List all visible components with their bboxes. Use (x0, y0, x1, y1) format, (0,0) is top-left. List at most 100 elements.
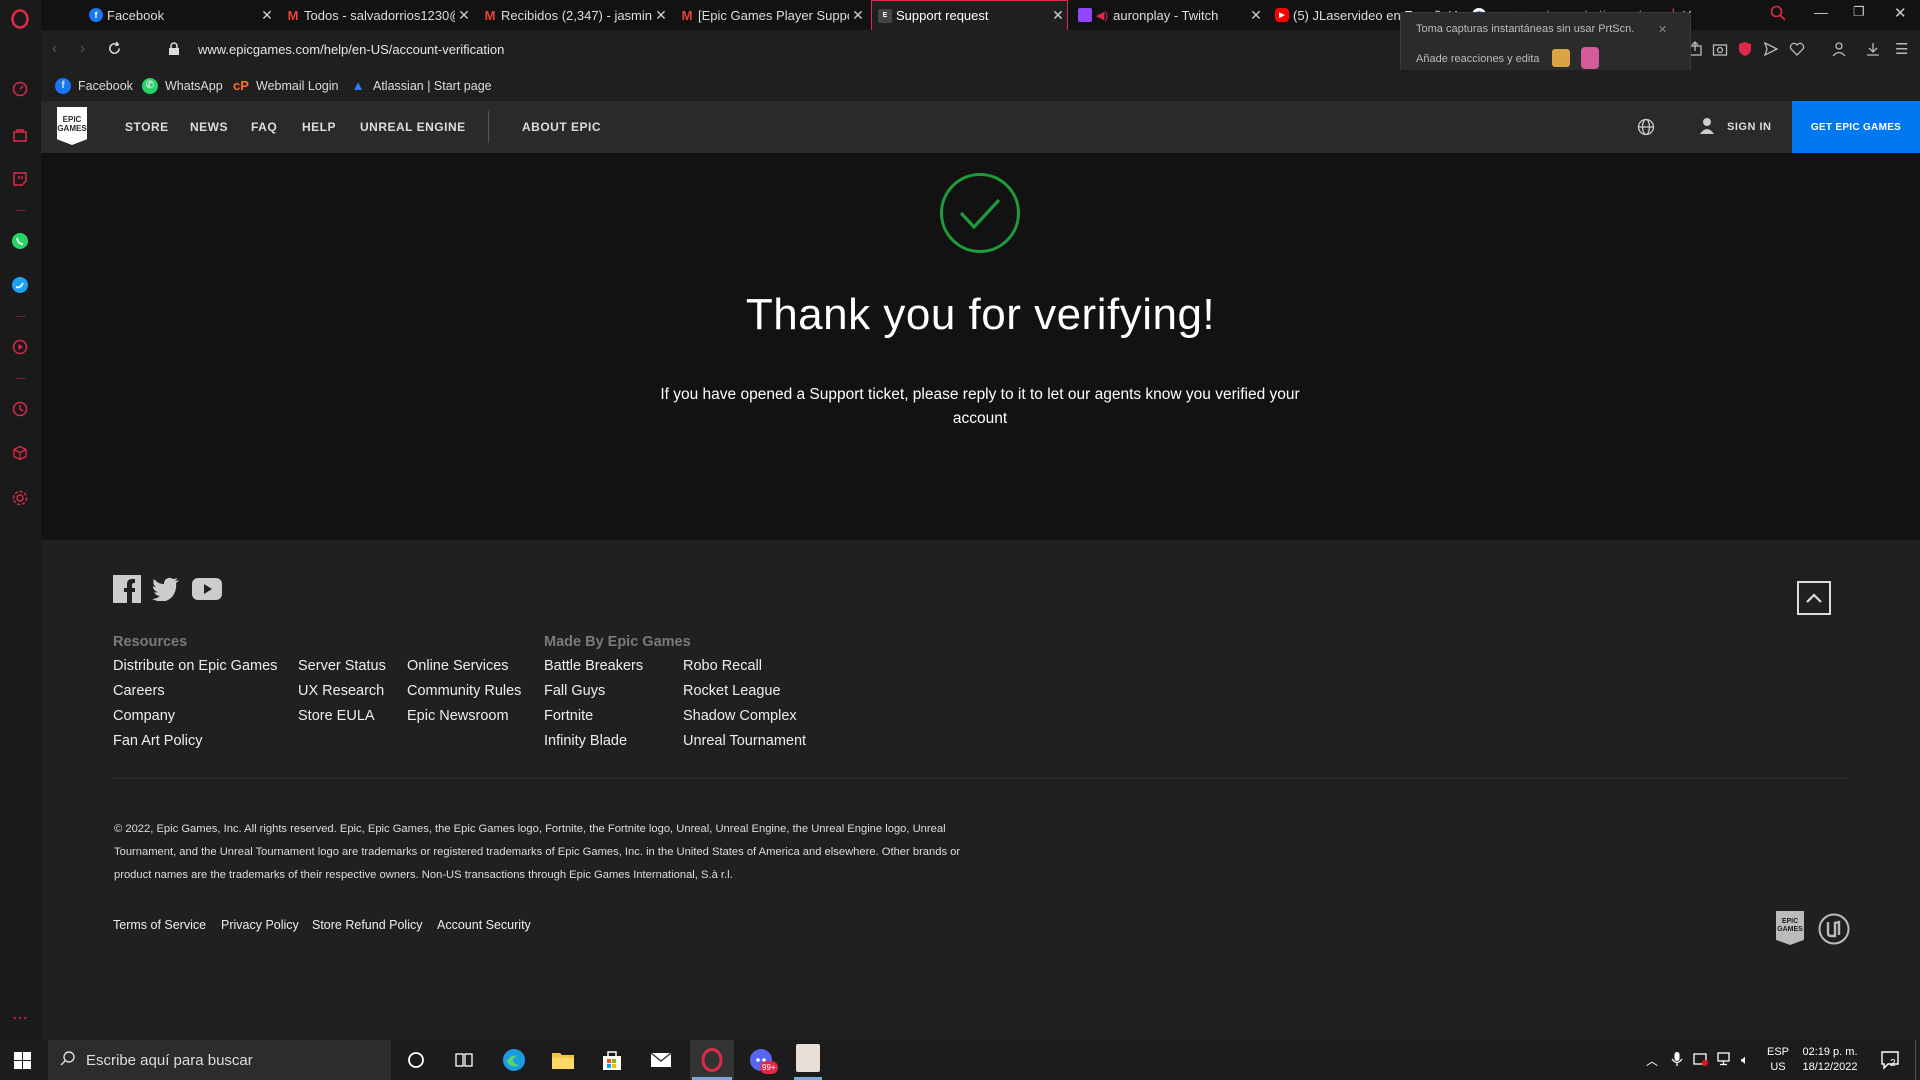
whatsapp-icon[interactable] (9, 230, 31, 252)
footer-link[interactable]: Fortnite (544, 708, 593, 724)
scroll-to-top-button[interactable] (1797, 581, 1831, 615)
nav-news[interactable]: NEWS (190, 101, 228, 153)
footer-link[interactable]: Community Rules (407, 683, 521, 699)
legal-link-terms[interactable]: Terms of Service (113, 918, 206, 932)
tab-search-icon[interactable] (1770, 5, 1786, 26)
taskbar-search-box[interactable]: Escribe aquí para buscar (48, 1040, 391, 1080)
footer-link[interactable]: Battle Breakers (544, 658, 643, 674)
send-icon[interactable] (1763, 41, 1779, 62)
nav-faq[interactable]: FAQ (251, 101, 277, 153)
shopping-bag-icon[interactable] (9, 124, 31, 146)
youtube-social-icon[interactable] (192, 578, 222, 605)
more-dots-icon[interactable]: ⋯ (9, 1007, 31, 1029)
close-icon[interactable]: ✕ (652, 7, 670, 24)
settings-gear-icon[interactable] (9, 487, 31, 509)
footer-link[interactable]: Distribute on Epic Games (113, 658, 277, 674)
back-button[interactable]: ‹ (52, 40, 57, 58)
footer-link[interactable]: Unreal Tournament (683, 733, 806, 749)
footer-link[interactable]: Company (113, 708, 175, 724)
footer-link[interactable]: Fall Guys (544, 683, 605, 699)
footer-link[interactable]: Epic Newsroom (407, 708, 509, 724)
toast-close-icon[interactable]: ✕ (1658, 23, 1667, 36)
edge-icon[interactable] (501, 1047, 527, 1073)
mail-icon[interactable] (648, 1047, 674, 1073)
history-icon[interactable] (9, 398, 31, 420)
nav-unreal-engine[interactable]: UNREAL ENGINE (360, 101, 466, 153)
close-window-button[interactable]: ✕ (1894, 4, 1907, 22)
heart-icon[interactable] (1789, 41, 1805, 62)
close-icon[interactable]: ✕ (1049, 7, 1067, 24)
footer-link[interactable]: Robo Recall (683, 658, 762, 674)
user-icon[interactable] (1699, 117, 1715, 140)
close-icon[interactable]: ✕ (1247, 7, 1265, 24)
footer-link[interactable]: Server Status (298, 658, 386, 674)
close-icon[interactable]: ✕ (258, 7, 276, 24)
bookmark-facebook[interactable]: f Facebook (55, 70, 133, 101)
twitch-icon[interactable] (9, 168, 31, 190)
opera-taskbar-icon[interactable] (699, 1047, 725, 1073)
camera-snapshot-icon[interactable] (1712, 41, 1728, 62)
tab-facebook[interactable]: f Facebook ✕ (83, 0, 276, 30)
footer-link[interactable]: Store EULA (298, 708, 375, 724)
twitter-icon[interactable] (9, 274, 31, 296)
tab-gmail-todos[interactable]: M Todos - salvadorrios1230@ ✕ (280, 0, 473, 30)
unreal-engine-logo-icon[interactable] (1818, 913, 1850, 950)
player-icon[interactable] (9, 336, 31, 358)
windows-start-icon[interactable] (14, 1052, 31, 1074)
microphone-icon[interactable] (1671, 1051, 1683, 1072)
tab-support-request[interactable]: E Support request ✕ (871, 0, 1068, 30)
show-hidden-icons-chevron-icon[interactable]: ︿ (1646, 1052, 1658, 1069)
cortana-icon[interactable] (403, 1047, 429, 1073)
network-icon[interactable] (1717, 1052, 1734, 1071)
get-epic-games-button[interactable]: GET EPIC GAMES (1792, 101, 1920, 153)
volume-icon[interactable]: 🔈︎ (1741, 1052, 1749, 1068)
task-view-icon[interactable] (451, 1047, 477, 1073)
footer-link[interactable]: Careers (113, 683, 165, 699)
lock-icon[interactable] (168, 42, 180, 61)
twitter-social-icon[interactable] (152, 577, 180, 606)
opera-logo-icon[interactable] (9, 8, 31, 30)
footer-link[interactable]: Fan Art Policy (113, 733, 202, 749)
reload-icon[interactable] (107, 41, 122, 61)
facebook-social-icon[interactable] (113, 575, 141, 608)
audio-playing-icon[interactable]: ◀) (1096, 9, 1108, 22)
epic-games-logo[interactable]: EPIC GAMES (57, 107, 87, 145)
footer-link[interactable]: Online Services (407, 658, 509, 674)
bookmark-whatsapp[interactable]: ✆ WhatsApp (142, 70, 223, 101)
security-alert-icon[interactable] (1693, 1052, 1709, 1072)
restore-button[interactable]: ❐ (1853, 4, 1865, 20)
microsoft-store-icon[interactable] (599, 1047, 625, 1073)
footer-link[interactable]: UX Research (298, 683, 384, 699)
nav-help[interactable]: HELP (302, 101, 336, 153)
bookmark-webmail[interactable]: cP Webmail Login (233, 70, 338, 101)
clock[interactable]: 02:19 p. m. 18/12/2022 (1800, 1045, 1860, 1075)
url-field[interactable]: www.epicgames.com/help/en-US/account-ver… (198, 42, 504, 57)
close-icon[interactable]: ✕ (849, 7, 867, 24)
easy-setup-menu-icon[interactable]: ☰ (1895, 40, 1908, 58)
tab-gmail-recibidos[interactable]: M Recibidos (2,347) - jasmin.s ✕ (477, 0, 670, 30)
nav-store[interactable]: STORE (125, 101, 169, 153)
epic-games-footer-logo[interactable]: EPIC GAMES (1776, 911, 1804, 945)
legal-link-refund[interactable]: Store Refund Policy (312, 918, 422, 932)
forward-button[interactable]: › (80, 40, 85, 58)
close-icon[interactable]: ✕ (455, 7, 473, 24)
tab-twitch[interactable]: ◀) auronplay - Twitch ✕ (1072, 0, 1265, 30)
footer-link[interactable]: Rocket League (683, 683, 781, 699)
globe-icon[interactable] (1637, 118, 1655, 141)
sign-in-link[interactable]: SIGN IN (1727, 101, 1771, 153)
footer-link[interactable]: Infinity Blade (544, 733, 627, 749)
profile-icon[interactable] (1832, 41, 1846, 62)
speed-dial-icon[interactable] (9, 78, 31, 100)
bookmark-atlassian[interactable]: ▲ Atlassian | Start page (350, 70, 492, 101)
footer-link[interactable]: Shadow Complex (683, 708, 797, 724)
legal-link-security[interactable]: Account Security (437, 918, 531, 932)
download-icon[interactable] (1865, 41, 1881, 62)
input-language[interactable]: ESP US (1767, 1045, 1789, 1075)
adblock-shield-icon[interactable] (1738, 41, 1752, 62)
minimize-button[interactable]: — (1814, 4, 1828, 20)
extensions-cube-icon[interactable] (9, 442, 31, 464)
file-explorer-icon[interactable] (550, 1047, 576, 1073)
tab-epic-support-mail[interactable]: M [Epic Games Player Suppor ✕ (674, 0, 867, 30)
game-app-icon[interactable] (796, 1044, 820, 1072)
legal-link-privacy[interactable]: Privacy Policy (221, 918, 299, 932)
